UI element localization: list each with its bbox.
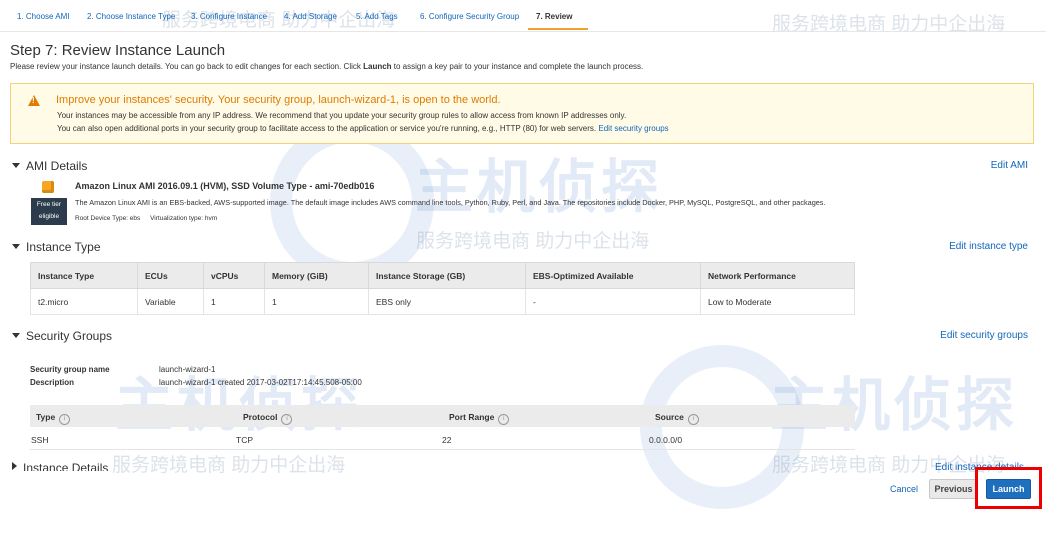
- wizard-step-configure-instance[interactable]: 3. Configure Instance: [191, 12, 267, 21]
- warning-line-2: You can also open additional ports in yo…: [57, 124, 669, 133]
- expand-triangle-icon: [12, 462, 17, 470]
- ami-cube-icon: [42, 181, 54, 193]
- column-header: Instance Storage (GB): [368, 262, 526, 289]
- ami-name: Amazon Linux AMI 2016.09.1 (HVM), SSD Vo…: [75, 181, 375, 191]
- table-cell: 1: [203, 288, 265, 315]
- page-subtitle-bold: Launch: [363, 62, 392, 71]
- wizard-step-choose-instance-type[interactable]: 2. Choose Instance Type: [87, 12, 175, 21]
- column-header: Port Range: [449, 412, 495, 422]
- security-group-description-value: launch-wizard-1 created 2017-03-02T17:14…: [159, 378, 362, 387]
- ami-description: The Amazon Linux AMI is an EBS-backed, A…: [75, 198, 826, 207]
- instance-type-toggle[interactable]: Instance Type: [12, 240, 101, 254]
- warning-title: Improve your instances' security. Your s…: [56, 94, 501, 106]
- wizard-step-configure-security-group[interactable]: 6. Configure Security Group: [420, 12, 519, 21]
- edit-instance-type-link[interactable]: Edit instance type: [949, 241, 1028, 252]
- watermark-brand: 主机侦探: [115, 358, 363, 442]
- column-header: Instance Type: [30, 262, 138, 289]
- column-header: vCPUs: [203, 262, 265, 289]
- table-cell: EBS only: [368, 288, 526, 315]
- root-device-type: Root Device Type: ebs: [75, 215, 141, 222]
- wizard-divider: [0, 31, 1046, 32]
- rules-column-port-range: Port Range i: [449, 412, 510, 425]
- table-cell: -: [525, 288, 701, 315]
- instance-type-table: Instance Type ECUs vCPUs Memory (GiB) In…: [30, 262, 855, 315]
- security-warning-box: Improve your instances' security. Your s…: [10, 83, 1034, 144]
- table-cell: Low to Moderate: [700, 288, 855, 315]
- warning-line-2-text: You can also open additional ports in yo…: [57, 124, 597, 133]
- wizard-step-add-tags[interactable]: 5. Add Tags: [356, 12, 398, 21]
- wizard-active-indicator: [528, 28, 588, 30]
- instance-type-heading: Instance Type: [26, 240, 101, 254]
- table-header-row: Instance Type ECUs vCPUs Memory (GiB) In…: [30, 262, 855, 289]
- table-row: t2.micro Variable 1 1 EBS only - Low to …: [30, 288, 855, 315]
- security-group-description-label: Description: [30, 378, 75, 387]
- watermark-logo-circle: [640, 345, 804, 509]
- rule-port-range: 22: [442, 435, 452, 445]
- wizard-step-review[interactable]: 7. Review: [536, 12, 572, 21]
- security-groups-heading: Security Groups: [26, 329, 113, 343]
- instance-details-heading: Instance Details: [23, 461, 109, 471]
- info-icon[interactable]: i: [687, 414, 699, 425]
- column-header: Network Performance: [700, 262, 855, 289]
- edit-security-groups-section-link[interactable]: Edit security groups: [940, 330, 1028, 341]
- table-cell: 1: [264, 288, 369, 315]
- wizard-step-add-storage[interactable]: 4. Add Storage: [284, 12, 337, 21]
- warning-line-1: Your instances may be accessible from an…: [57, 111, 627, 120]
- page-subtitle-pre: Please review your instance launch detai…: [10, 62, 364, 71]
- virtualization-type: Virtualization type: hvm: [150, 215, 218, 222]
- security-groups-toggle[interactable]: Security Groups: [12, 329, 112, 343]
- column-header: Type: [36, 412, 56, 422]
- edit-ami-link[interactable]: Edit AMI: [991, 160, 1028, 171]
- column-header: ECUs: [137, 262, 204, 289]
- previous-button[interactable]: Previous: [929, 479, 978, 499]
- security-group-name-value: launch-wizard-1: [159, 365, 216, 374]
- free-tier-badge: Free tier eligible: [31, 198, 67, 225]
- column-header: Protocol: [243, 412, 278, 422]
- security-group-name-label: Security group name: [30, 365, 110, 374]
- rules-column-protocol: Protocol i: [243, 412, 293, 425]
- table-row-divider: [30, 449, 855, 450]
- info-icon[interactable]: i: [59, 414, 71, 425]
- collapse-triangle-icon: [12, 163, 20, 168]
- security-rules-header: [30, 405, 855, 427]
- info-icon[interactable]: i: [498, 414, 510, 425]
- table-cell: Variable: [137, 288, 204, 315]
- ami-meta: Root Device Type: ebs Virtualization typ…: [75, 215, 225, 222]
- rules-column-type: Type i: [36, 412, 71, 425]
- badge-line-2: eligible: [38, 213, 60, 220]
- rule-type: SSH: [31, 435, 49, 445]
- collapse-triangle-icon: [12, 244, 20, 249]
- wizard-steps: 1. Choose AMI 2. Choose Instance Type 3.…: [0, 12, 1046, 34]
- table-cell: t2.micro: [30, 288, 138, 315]
- watermark-text: 服务跨境电商 助力中企出海: [416, 231, 650, 252]
- column-header: EBS-Optimized Available: [525, 262, 701, 289]
- cancel-button[interactable]: Cancel: [890, 484, 918, 494]
- warning-icon: [28, 95, 40, 106]
- page-subtitle-post: to assign a key pair to your instance an…: [391, 62, 644, 71]
- watermark-brand: 主机侦探: [770, 373, 1019, 438]
- wizard-step-choose-ami[interactable]: 1. Choose AMI: [17, 12, 69, 21]
- page-subtitle: Please review your instance launch detai…: [10, 62, 643, 71]
- rules-column-source: Source i: [655, 412, 699, 425]
- column-header: Memory (GiB): [264, 262, 369, 289]
- ami-details-heading: AMI Details: [26, 159, 88, 173]
- info-icon[interactable]: i: [281, 414, 293, 425]
- column-header: Source: [655, 412, 684, 422]
- instance-details-toggle[interactable]: Instance Details: [12, 461, 108, 471]
- highlight-box: [975, 467, 1042, 509]
- instance-details-row: Instance Details Edit instance details: [0, 460, 1046, 471]
- rule-protocol: TCP: [236, 435, 253, 445]
- watermark-brand: 主机侦探: [415, 155, 664, 220]
- edit-security-groups-link[interactable]: Edit security groups: [598, 124, 668, 133]
- badge-line-1: Free tier: [36, 201, 62, 208]
- page-title: Step 7: Review Instance Launch: [10, 42, 226, 59]
- ami-details-toggle[interactable]: AMI Details: [12, 159, 87, 173]
- rule-source: 0.0.0.0/0: [649, 435, 683, 445]
- collapse-triangle-icon: [12, 333, 20, 338]
